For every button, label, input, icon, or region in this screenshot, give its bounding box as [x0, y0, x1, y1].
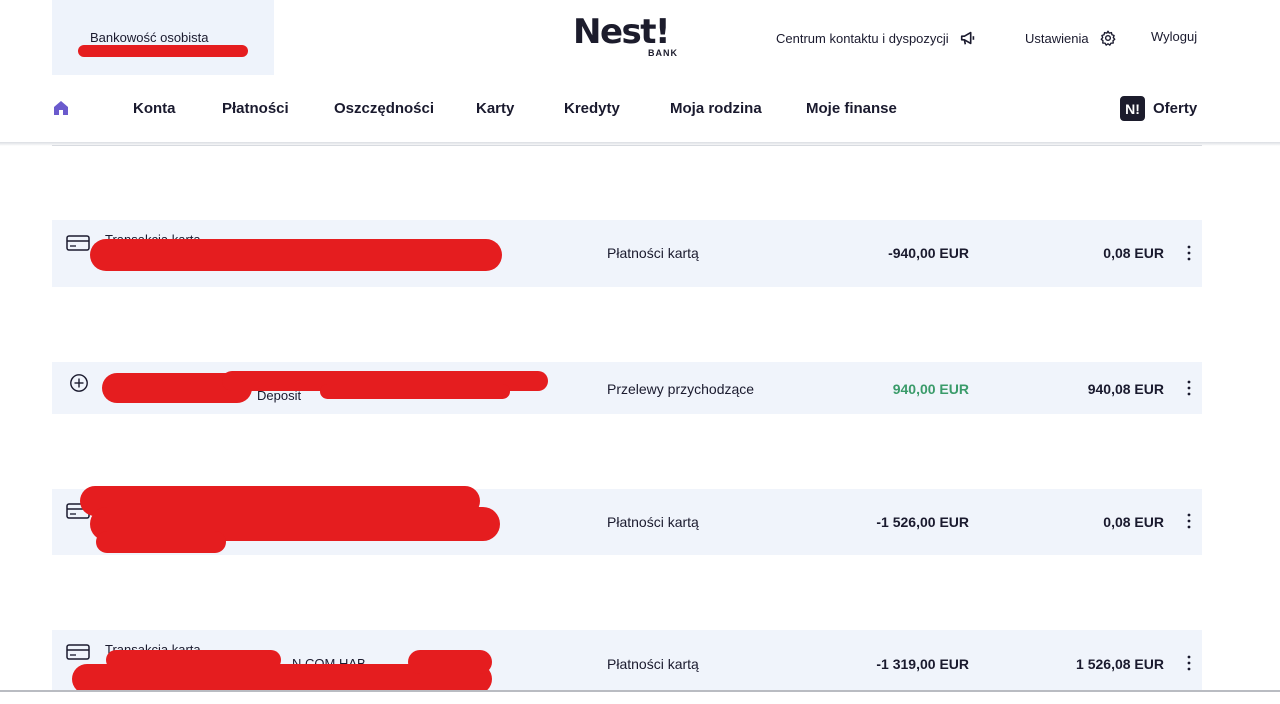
transaction-row[interactable]: Płatności kartą -1 526,00 EUR 0,08 EUR: [52, 486, 1202, 555]
bottom-bar: [0, 690, 1280, 704]
nav-item-moja-rodzina[interactable]: Moja rodzina: [670, 100, 762, 117]
logo-sub: BANK: [648, 48, 678, 58]
nav-item-oszczednosci[interactable]: Oszczędności: [334, 100, 434, 117]
transaction-row[interactable]: Transakcja kartą Nr Płatności kartą -940…: [52, 220, 1202, 287]
logout-label: Wyloguj: [1151, 29, 1198, 44]
redaction-mark: [408, 650, 492, 674]
logo-word: Nest!: [573, 12, 671, 52]
nav-item-kredyty[interactable]: Kredyty: [564, 100, 620, 117]
redaction-mark: [90, 239, 502, 271]
card-icon: [66, 644, 90, 660]
offers-badge: N!: [1120, 96, 1145, 121]
transaction-category: Płatności kartą: [607, 245, 699, 261]
transaction-balance: 940,08 EUR: [1087, 381, 1164, 397]
transaction-balance: 0,08 EUR: [1103, 514, 1164, 530]
offers-label: Oferty: [1153, 100, 1198, 117]
card-icon: [66, 235, 90, 251]
offers-link[interactable]: N! Oferty: [1120, 96, 1197, 121]
logout-link[interactable]: Wyloguj: [1151, 29, 1197, 44]
megaphone-icon: [960, 31, 974, 45]
profile-label: Bankowość osobista: [90, 30, 209, 45]
nav-item-platnosci[interactable]: Płatności: [222, 100, 289, 117]
top-bar: Bankowość osobista Nest! BANK Centrum ko…: [0, 0, 1280, 78]
redaction-mark: [96, 531, 226, 553]
transaction-balance: 1 526,08 EUR: [1076, 656, 1164, 672]
transaction-category: Przelewy przychodzące: [607, 381, 755, 397]
transaction-amount: -940,00 EUR: [888, 245, 969, 261]
transaction-balance: 0,08 EUR: [1103, 245, 1164, 261]
more-options-icon[interactable]: [1182, 654, 1196, 672]
profile-selector[interactable]: Bankowość osobista: [52, 0, 274, 75]
transaction-row[interactable]: Transakcja kartą N.COM HAB Płatności kar…: [52, 630, 1202, 694]
nav-item-konta[interactable]: Konta: [133, 100, 176, 117]
plus-circle-icon: [70, 374, 88, 392]
more-options-icon[interactable]: [1182, 512, 1196, 530]
transaction-row[interactable]: Deposit Przelewy przychodzące 940,00 EUR…: [52, 362, 1202, 414]
more-options-icon[interactable]: [1182, 379, 1196, 397]
settings-label: Ustawienia: [1025, 30, 1089, 46]
transaction-amount: -1 319,00 EUR: [876, 656, 969, 672]
nav-item-moje-finanse[interactable]: Moje finanse: [806, 100, 897, 117]
nest-bank-logo[interactable]: Nest! BANK: [573, 12, 683, 62]
divider: [52, 145, 1202, 146]
transaction-category: Płatności kartą: [607, 656, 699, 672]
redaction-mark: [78, 45, 248, 57]
nav-item-karty[interactable]: Karty: [476, 100, 514, 117]
contact-center-label: Centrum kontaktu i dyspozycji: [776, 30, 949, 46]
settings-link[interactable]: Ustawienia: [1025, 29, 1117, 47]
contact-center-link[interactable]: Centrum kontaktu i dyspozycji: [776, 29, 977, 47]
redaction-mark: [320, 384, 510, 399]
more-options-icon[interactable]: [1182, 244, 1196, 262]
main-nav: Konta Płatności Oszczędności Karty Kredy…: [0, 80, 1280, 142]
transaction-amount: 940,00 EUR: [892, 381, 969, 397]
gear-icon: [1100, 30, 1116, 46]
transaction-amount: -1 526,00 EUR: [876, 514, 969, 530]
transaction-category: Płatności kartą: [607, 514, 699, 530]
home-icon[interactable]: [52, 99, 70, 117]
